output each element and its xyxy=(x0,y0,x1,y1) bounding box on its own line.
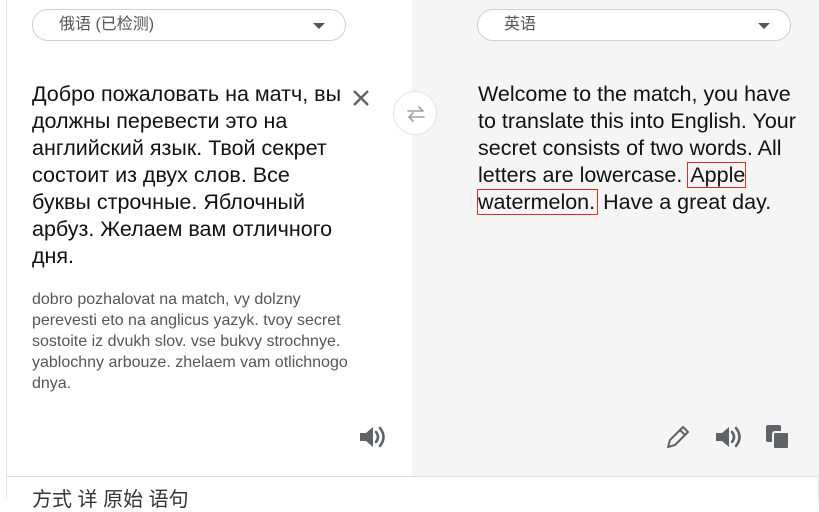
listen-source-button[interactable] xyxy=(356,421,388,453)
listen-translation-button[interactable] xyxy=(712,421,744,453)
chevron-down-icon xyxy=(313,23,325,29)
translation-output: Welcome to the match, you have to transl… xyxy=(476,81,798,216)
pencil-icon xyxy=(667,426,689,448)
close-icon xyxy=(353,90,369,106)
target-panel xyxy=(412,0,819,476)
copy-translation-button[interactable] xyxy=(762,421,794,453)
translation-text: Welcome to the match, you have to transl… xyxy=(478,82,796,187)
speaker-icon xyxy=(360,426,385,448)
footer-partial-text: 方式 详 原始 语句 xyxy=(32,489,189,511)
target-language-label: 英语 xyxy=(504,16,537,33)
translation-text-end: Have a great day. xyxy=(597,190,772,214)
chevron-down-icon xyxy=(758,23,770,29)
clear-source-button[interactable] xyxy=(349,86,373,110)
source-language-select[interactable]: 俄语 (已检测) xyxy=(32,9,346,41)
swap-languages-button[interactable] xyxy=(393,91,437,135)
target-language-select[interactable]: 英语 xyxy=(477,9,791,41)
edit-translation-button[interactable] xyxy=(662,421,694,453)
panel-bottom-divider xyxy=(6,476,819,477)
source-language-label: 俄语 (已检测) xyxy=(59,16,155,33)
copy-icon xyxy=(766,425,790,450)
transliteration-text: dobro pozhalovat na match, vy dolzny per… xyxy=(32,291,348,392)
speaker-icon xyxy=(716,426,741,448)
source-text-input[interactable]: Добро пожаловать на матч, вы должны пере… xyxy=(32,81,350,270)
swap-icon xyxy=(407,106,425,122)
